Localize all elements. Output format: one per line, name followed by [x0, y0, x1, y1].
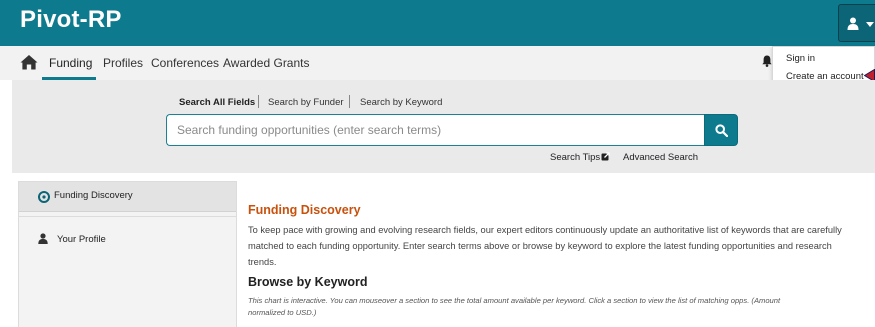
section-heading: Browse by Keyword	[248, 275, 368, 289]
user-icon	[847, 17, 859, 30]
sign-in-link[interactable]: Sign in	[786, 53, 815, 64]
tab-search-by-funder[interactable]: Search by Funder	[268, 97, 344, 108]
nav-item-awarded-grants[interactable]: Awarded Grants	[223, 56, 310, 70]
sidebar-item-your-profile[interactable]: Your Profile	[19, 226, 236, 252]
tab-search-all-fields[interactable]: Search All Fields	[179, 97, 255, 108]
sidebar-item-label: Funding Discovery	[54, 190, 133, 201]
divider	[258, 95, 259, 108]
external-link-icon	[601, 152, 610, 161]
intro-text: To keep pace with growing and evolving r…	[248, 225, 842, 267]
nav-item-profiles[interactable]: Profiles	[103, 56, 143, 70]
bell-icon[interactable]	[762, 55, 772, 67]
chevron-down-icon	[866, 22, 874, 27]
account-menu-button[interactable]	[838, 4, 875, 42]
divider	[19, 216, 236, 217]
main-nav: Funding Profiles Conferences Awarded Gra…	[0, 46, 875, 80]
nav-item-funding[interactable]: Funding	[49, 56, 92, 70]
page-title: Funding Discovery	[248, 203, 361, 217]
compass-icon	[38, 191, 50, 203]
top-bar: Pivot-RP	[0, 0, 875, 46]
app-logo[interactable]: Pivot-RP	[20, 6, 122, 34]
divider	[349, 95, 350, 108]
nav-item-conferences[interactable]: Conferences	[151, 56, 219, 70]
search-input[interactable]	[166, 114, 704, 146]
sidebar-item-funding-discovery[interactable]: Funding Discovery	[19, 182, 236, 212]
chart-note: This chart is interactive. You can mouse…	[248, 296, 781, 317]
sidebar: Funding Discovery Your Profile	[18, 181, 237, 327]
advanced-search-link[interactable]: Advanced Search	[623, 152, 698, 163]
user-icon	[38, 233, 48, 244]
tab-search-by-keyword[interactable]: Search by Keyword	[360, 97, 442, 108]
search-icon	[715, 124, 728, 137]
sidebar-item-label: Your Profile	[57, 234, 106, 245]
search-button[interactable]	[704, 114, 738, 146]
home-icon[interactable]	[20, 54, 38, 70]
search-tips-link[interactable]: Search Tips	[550, 152, 600, 163]
